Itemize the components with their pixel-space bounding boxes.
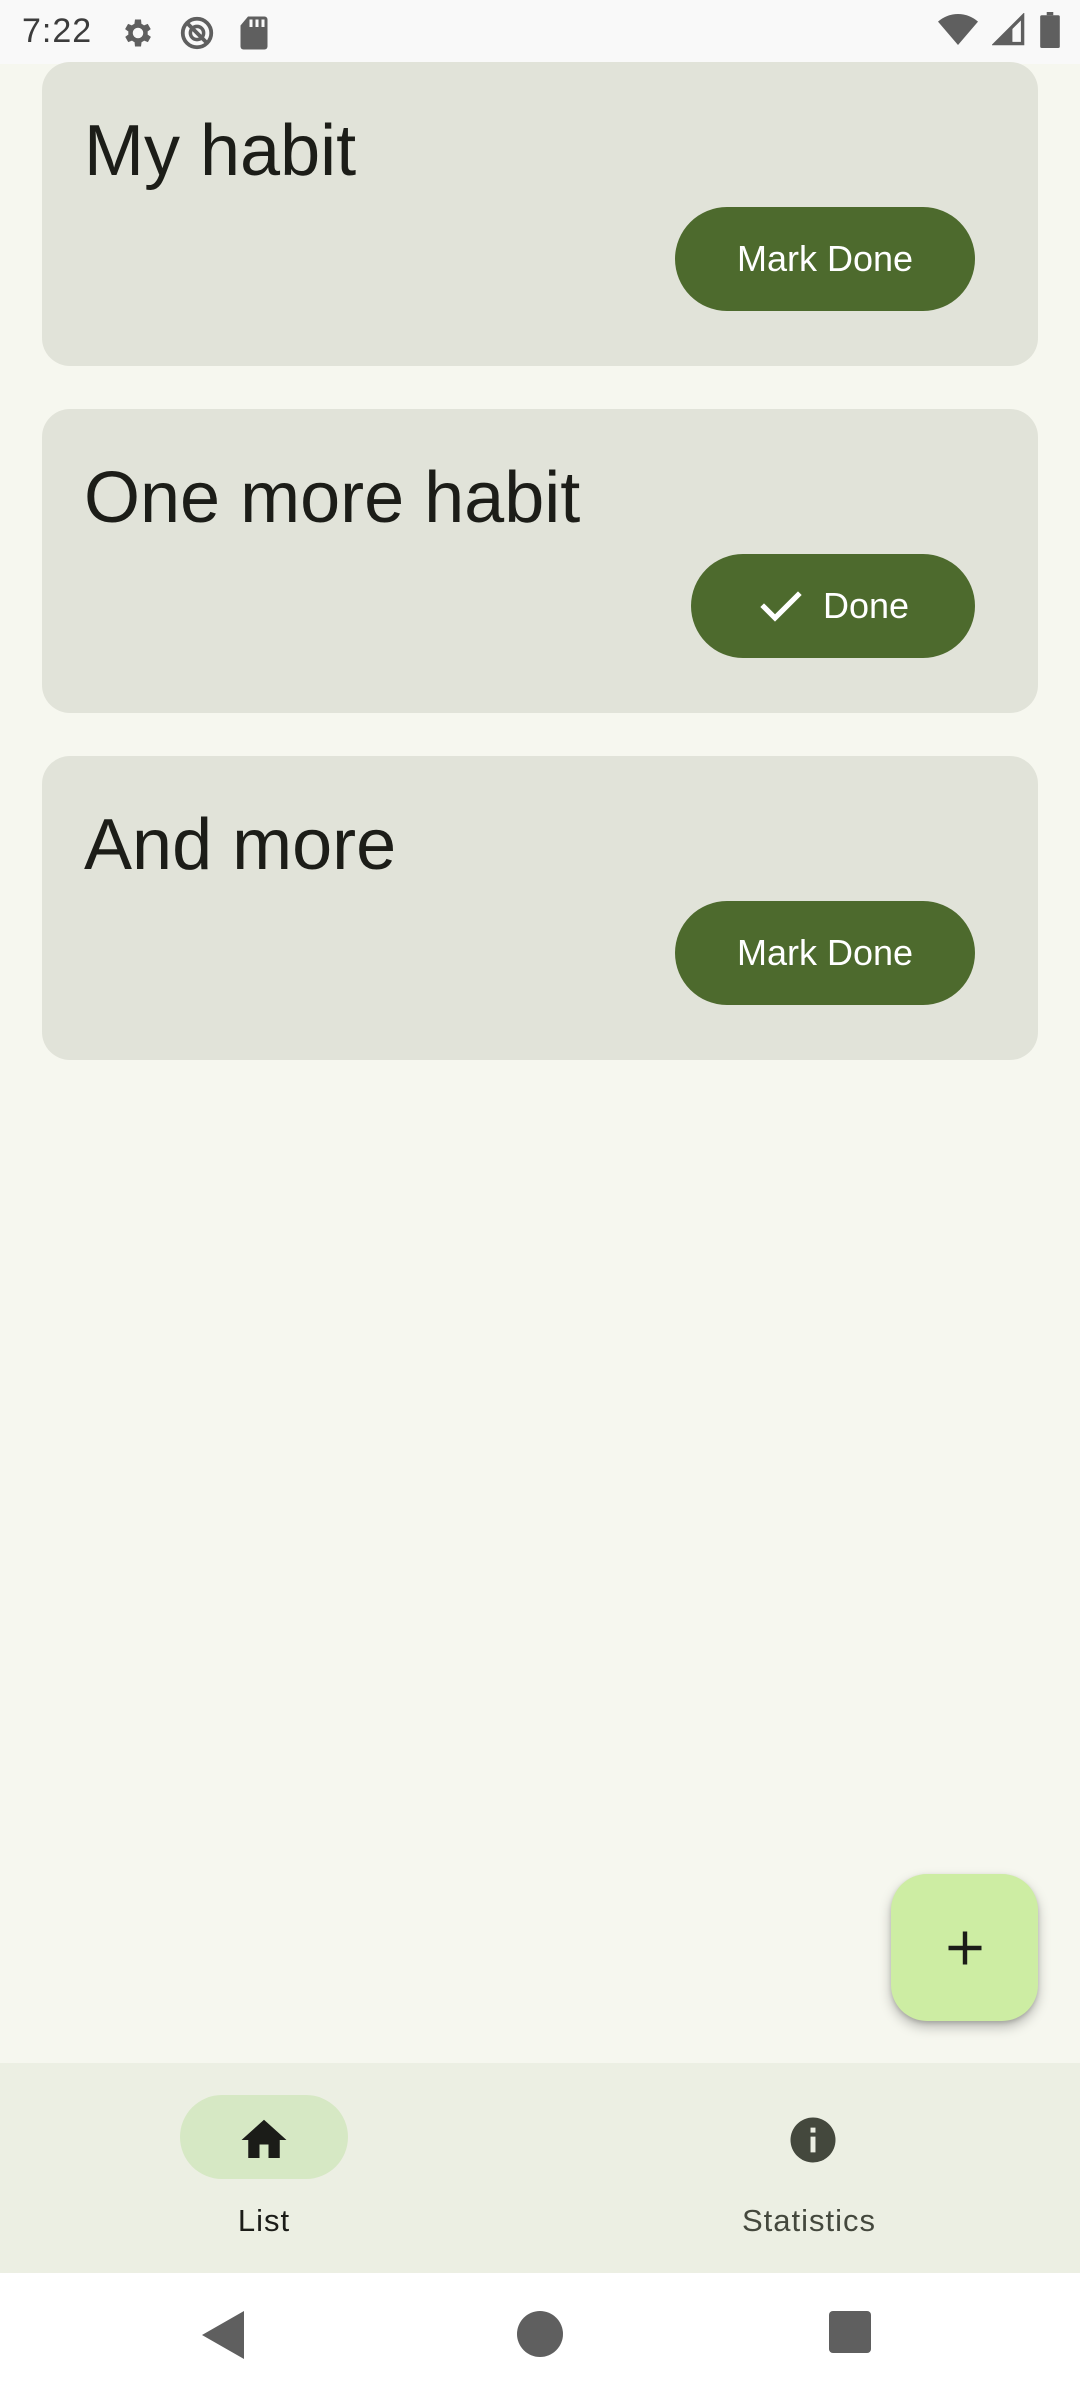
nav-item-list[interactable]: List (0, 2063, 540, 2273)
habit-title: And more (84, 805, 397, 885)
check-icon (760, 591, 802, 622)
habit-card: My habit Mark Done (42, 62, 1038, 366)
wifi-icon (938, 13, 978, 47)
habit-card: One more habit Done (42, 409, 1038, 713)
nav-label-list: List (237, 2203, 291, 2238)
mark-done-label: Mark Done (736, 238, 914, 279)
signal-icon (992, 13, 1026, 47)
home-circle-icon[interactable] (517, 2311, 563, 2362)
status-time: 7:22 (22, 12, 93, 50)
habit-title: One more habit (84, 458, 581, 538)
settings-icon (120, 15, 156, 51)
blocked-icon (178, 14, 216, 52)
status-icons-left (120, 14, 270, 52)
home-icon (241, 2119, 287, 2158)
habit-card: And more Mark Done (42, 756, 1038, 1060)
back-icon[interactable] (202, 2311, 244, 2364)
mark-done-label: Mark Done (736, 932, 914, 973)
nav-label-statistics: Statistics (741, 2203, 877, 2238)
system-navigation-bar (0, 2273, 1080, 2400)
sd-card-icon (238, 15, 270, 51)
mark-done-button[interactable]: Mark Done (675, 207, 975, 311)
habit-title: My habit (84, 111, 357, 191)
info-icon (790, 2117, 836, 2163)
status-bar: 7:22 (0, 0, 1080, 64)
add-habit-button[interactable] (891, 1874, 1038, 2021)
bottom-navigation: List Statistics (0, 2063, 1080, 2273)
done-button[interactable]: Done (691, 554, 975, 658)
recents-icon[interactable] (829, 2311, 871, 2358)
mark-done-button[interactable]: Mark Done (675, 901, 975, 1005)
done-label: Done (822, 585, 910, 626)
plus-icon (948, 1931, 981, 1964)
status-icons-right (938, 12, 1060, 48)
battery-icon (1040, 12, 1060, 48)
nav-item-statistics[interactable]: Statistics (540, 2063, 1080, 2273)
